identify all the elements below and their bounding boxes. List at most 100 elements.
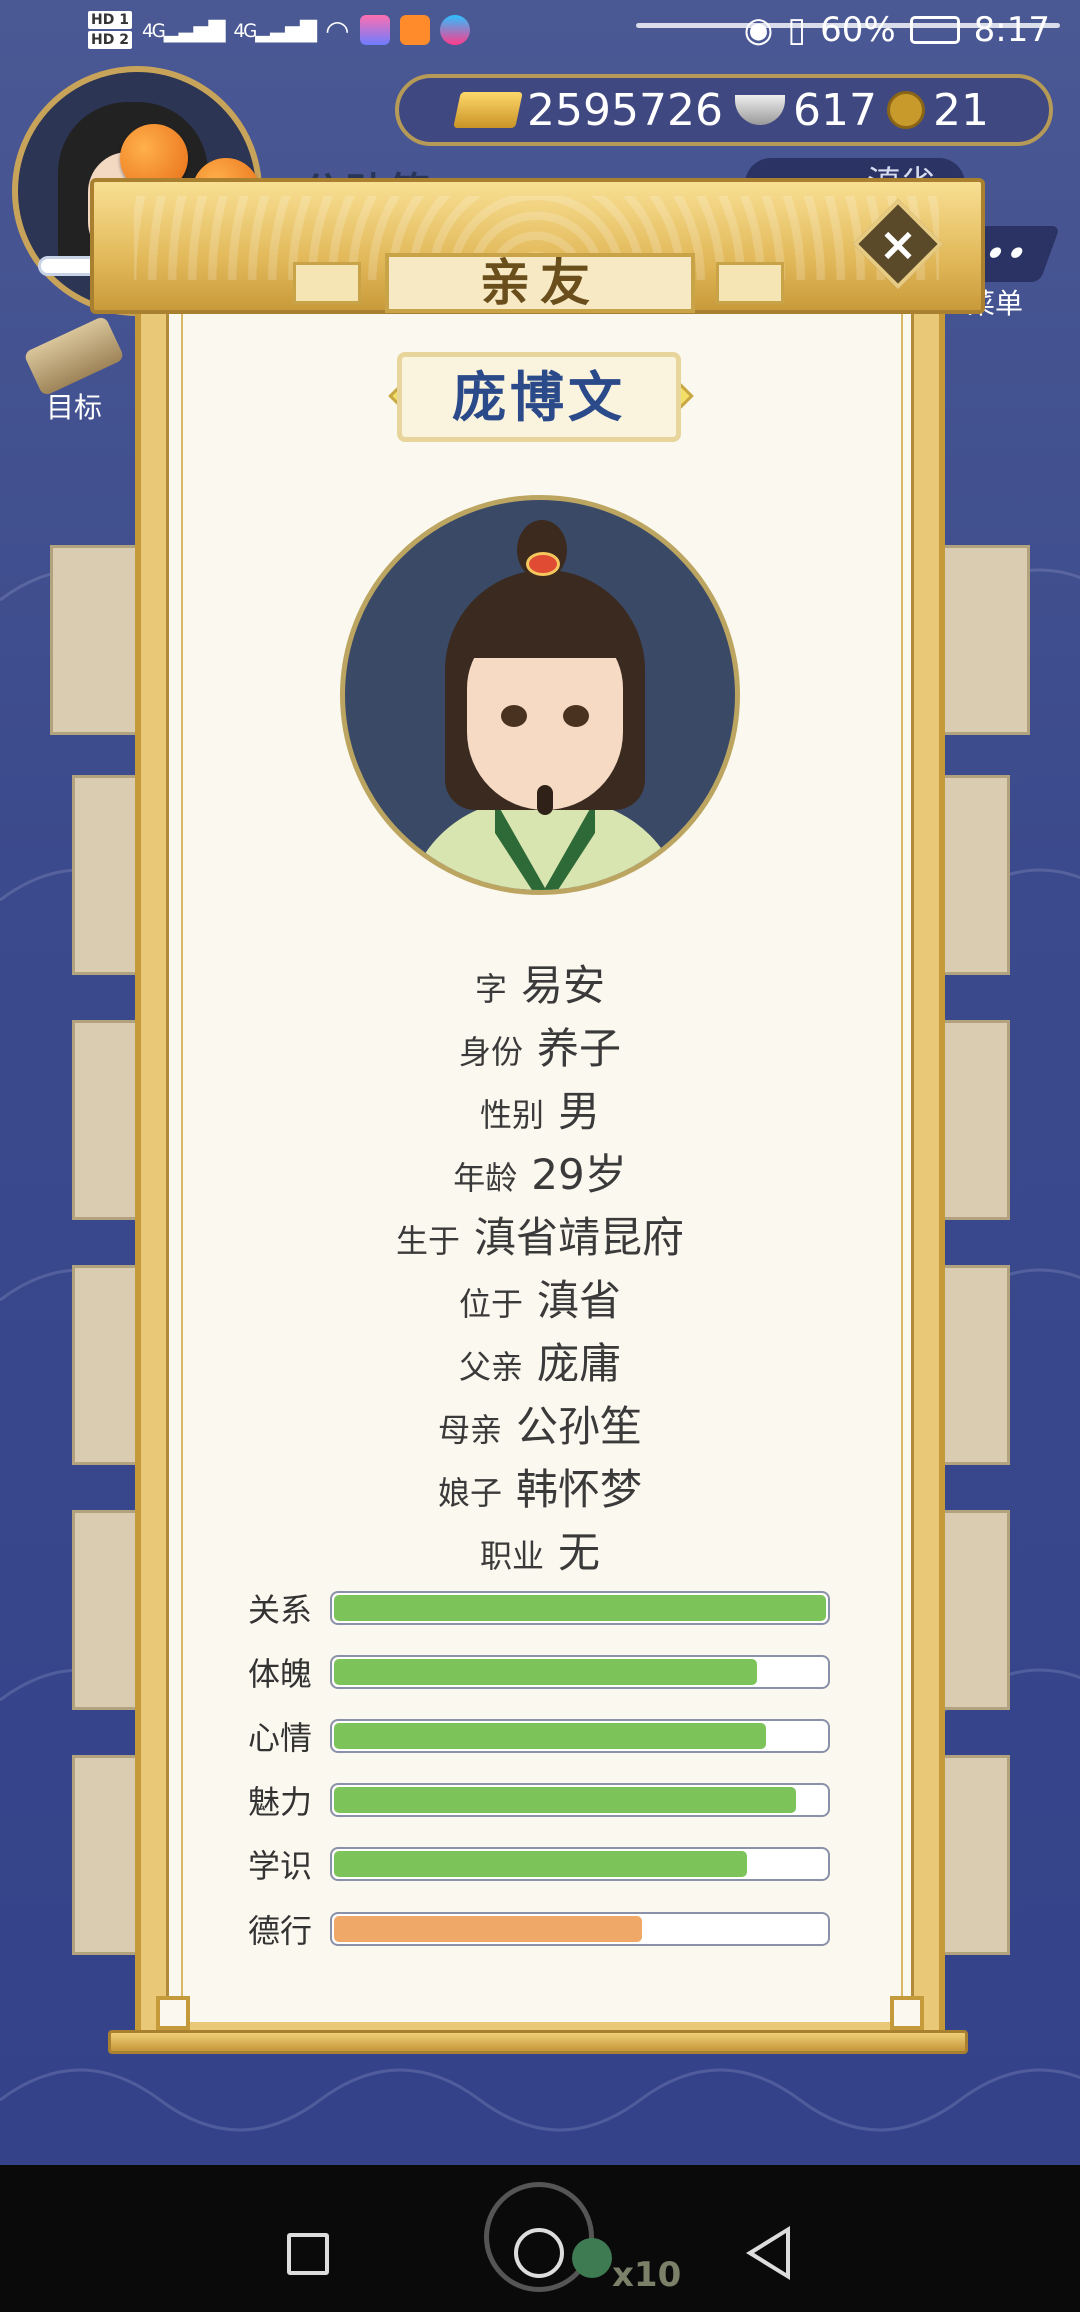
portrait-eye xyxy=(501,705,527,727)
stat-bar xyxy=(330,1719,830,1753)
goal-button[interactable]: 目标 xyxy=(14,315,134,432)
info-row: 生于 滇省靖昆府 xyxy=(0,1204,1080,1265)
info-value: 滇省靖昆府 xyxy=(474,1213,685,1262)
info-value: 韩怀梦 xyxy=(516,1465,643,1514)
scroll-bottom-rod xyxy=(108,2030,968,2054)
info-value: 养子 xyxy=(537,1024,622,1073)
stat-row-mood: 心情 xyxy=(248,1718,838,1757)
battery-icon xyxy=(909,16,960,44)
stat-label: 魅力 xyxy=(248,1783,313,1821)
copper-coin-icon xyxy=(886,91,925,129)
person-name: 庞博文 xyxy=(452,366,626,429)
stat-fill xyxy=(334,1659,757,1685)
panel-corner-ornament xyxy=(890,1996,924,2030)
silver-ingot-icon xyxy=(734,95,785,125)
info-label: 生于 xyxy=(395,1222,460,1260)
info-label: 身份 xyxy=(458,1033,523,1071)
info-row: 年龄 29岁 xyxy=(0,1141,1080,1202)
portrait-eye xyxy=(563,705,589,727)
stat-label: 关系 xyxy=(248,1591,313,1629)
info-label: 母亲 xyxy=(437,1411,502,1449)
stat-row-charm: 魅力 xyxy=(248,1782,838,1821)
info-row: 身份 养子 xyxy=(0,1015,1080,1076)
info-row: 性别男 xyxy=(0,1078,1080,1139)
info-value: 庞庸 xyxy=(537,1339,622,1388)
home-button[interactable] xyxy=(514,2228,564,2278)
net1-label: 4G xyxy=(141,20,166,42)
currency-bar: 2595726 617 21 xyxy=(395,74,1053,146)
gold-bar-icon xyxy=(453,92,523,128)
dialog-title: 亲友 xyxy=(385,253,695,313)
silver-amount: 617 xyxy=(792,84,877,136)
stat-label: 学识 xyxy=(248,1847,313,1885)
info-row: 字易安 xyxy=(0,952,1080,1013)
stat-bar xyxy=(330,1783,830,1817)
status-bar: HD 1 HD 2 4G▂▃▅▇ 4G▂▃▅▇ ◠ ◉ ▯ 60% 8:17 xyxy=(0,0,1080,60)
title-side-plate xyxy=(716,262,784,304)
hd1-label: HD 1 xyxy=(88,11,132,29)
info-row: 母亲 公孙笙 xyxy=(0,1393,1080,1454)
info-label: 性别 xyxy=(479,1096,544,1134)
close-icon: × xyxy=(878,217,918,271)
stat-row-virtue: 德行 xyxy=(248,1911,838,1950)
stat-fill xyxy=(334,1916,643,1942)
info-value: 易安 xyxy=(521,961,606,1010)
stat-fill xyxy=(334,1851,747,1877)
stat-bar xyxy=(330,1912,830,1946)
stat-label: 体魄 xyxy=(248,1655,313,1693)
stat-fill xyxy=(334,1595,826,1621)
battery-percent: 60% xyxy=(820,10,896,50)
recent-apps-button[interactable] xyxy=(287,2233,329,2275)
person-name-badge: 庞博文 xyxy=(397,352,681,442)
info-row: 父亲 庞庸 xyxy=(0,1330,1080,1391)
sim-indicators: HD 1 HD 2 xyxy=(88,10,132,50)
portrait-bangs xyxy=(460,588,630,658)
info-row: 位于 滇省 xyxy=(0,1267,1080,1328)
stat-label: 德行 xyxy=(248,1912,313,1950)
stat-bar xyxy=(330,1847,830,1881)
portrait-hairpin xyxy=(526,552,560,576)
info-row: 职业无 xyxy=(0,1519,1080,1580)
info-value: 男 xyxy=(558,1087,601,1136)
stat-fill xyxy=(334,1787,797,1813)
vibrate-icon: ▯ xyxy=(787,10,807,50)
stat-row-relationship: 关系 xyxy=(248,1590,838,1629)
info-label: 职业 xyxy=(479,1537,544,1575)
eye-icon: ◉ xyxy=(743,10,774,50)
hd2-label: HD 2 xyxy=(88,31,132,49)
gold-amount: 2595726 xyxy=(527,84,723,136)
info-label: 字 xyxy=(474,970,507,1008)
stat-fill xyxy=(334,1723,767,1749)
app-icon-2 xyxy=(399,15,430,45)
stat-bar xyxy=(330,1591,830,1625)
info-value: 滇省 xyxy=(537,1276,622,1325)
info-value: 无 xyxy=(558,1528,601,1577)
portrait-beard xyxy=(537,785,553,815)
stat-row-knowledge: 学识 xyxy=(248,1846,838,1885)
info-label: 娘子 xyxy=(437,1474,502,1512)
info-value: 公孙笙 xyxy=(516,1402,643,1451)
signal-icon: 4G▂▃▅▇ xyxy=(141,17,226,43)
title-side-plate xyxy=(293,262,361,304)
info-label: 年龄 xyxy=(453,1159,518,1197)
jade-token-icon xyxy=(572,2238,612,2278)
coin-amount: 21 xyxy=(932,84,989,136)
info-value: 29岁 xyxy=(531,1150,627,1199)
clock: 8:17 xyxy=(973,10,1050,50)
skip-multiplier: x10 xyxy=(612,2255,682,2295)
person-portrait xyxy=(340,495,740,895)
app-icon-1 xyxy=(359,15,390,45)
stat-row-physique: 体魄 xyxy=(248,1654,838,1693)
stat-bar xyxy=(330,1655,830,1689)
back-icon-inner xyxy=(754,2233,786,2273)
net2-label: 4G xyxy=(233,20,258,42)
youku-icon xyxy=(439,15,470,45)
signal-icon-2: 4G▂▃▅▇ xyxy=(233,17,318,43)
wifi-icon: ◠ xyxy=(325,13,350,47)
panel-corner-ornament xyxy=(156,1996,190,2030)
info-label: 父亲 xyxy=(458,1348,523,1386)
info-row: 娘子 韩怀梦 xyxy=(0,1456,1080,1517)
goal-label: 目标 xyxy=(45,391,102,424)
stat-label: 心情 xyxy=(248,1719,313,1757)
info-label: 位于 xyxy=(458,1285,523,1323)
